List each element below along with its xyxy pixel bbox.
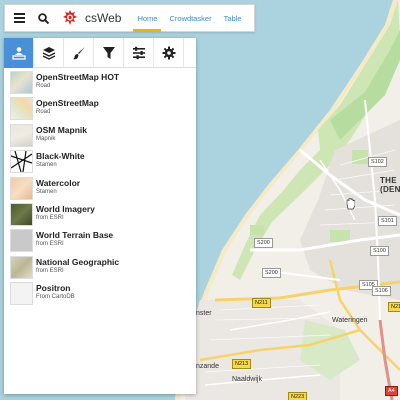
road-badge: S102 xyxy=(368,157,387,167)
basemap-subtitle: Stamen xyxy=(36,188,57,195)
road-badge: N211 xyxy=(252,298,271,308)
basemap-thumbnail xyxy=(10,229,33,253)
road-badge: S200 xyxy=(254,238,273,248)
basemap-title: Watercolor xyxy=(36,177,81,188)
basemap-thumbnail xyxy=(10,123,33,147)
basemap-list: OpenStreetMap HOT Road OpenStreetMap Roa… xyxy=(4,68,196,307)
basemap-panel: OpenStreetMap HOT Road OpenStreetMap Roa… xyxy=(4,38,196,394)
road-badge: A4 xyxy=(385,386,398,396)
basemap-item-watercolor[interactable]: Watercolor Stamen xyxy=(4,176,196,202)
search-icon[interactable] xyxy=(33,4,53,32)
tab-settings[interactable] xyxy=(154,38,184,68)
place-label: nster xyxy=(196,310,212,317)
basemap-thumbnail xyxy=(10,202,33,226)
basemap-title: OpenStreetMap HOT xyxy=(36,72,120,82)
basemap-item-osm-mapnik[interactable]: OSM Mapnik Mapnik xyxy=(4,123,196,149)
basemap-item-black-white[interactable]: Black-White Stamen xyxy=(4,149,196,175)
basemap-thumbnail xyxy=(10,150,33,174)
place-label: nzande xyxy=(196,363,219,370)
gear-icon xyxy=(162,46,175,60)
basemap-subtitle: from ESRI xyxy=(36,214,64,221)
hamburger-icon[interactable] xyxy=(9,4,29,32)
basemap-title: World Terrain Base xyxy=(36,230,114,241)
layers-icon xyxy=(42,47,55,60)
road-badge: N211 xyxy=(388,302,400,312)
basemap-thumbnail xyxy=(10,255,33,279)
tab-basemaps[interactable] xyxy=(4,38,34,68)
app-title[interactable]: csWeb xyxy=(85,11,121,25)
basemap-subtitle: Road xyxy=(36,109,51,116)
road-badge: S106 xyxy=(372,286,391,296)
basemap-item-national-geographic[interactable]: National Geographic from ESRI xyxy=(4,255,196,281)
tab-legend[interactable] xyxy=(124,38,154,68)
basemap-subtitle: Road xyxy=(36,83,51,89)
basemap-subtitle: Stamen xyxy=(36,162,57,169)
tab-layers[interactable] xyxy=(34,38,64,68)
place-label: Wateringen xyxy=(332,317,368,324)
place-label: Naaldwijk xyxy=(232,376,262,383)
basemap-subtitle: From CartoDB xyxy=(36,294,75,301)
basemap-subtitle: Mapnik xyxy=(36,135,56,142)
basemap-person-icon xyxy=(11,47,26,60)
basemap-thumbnail xyxy=(10,176,33,200)
tab-style[interactable] xyxy=(64,38,94,68)
app-logo-icon[interactable] xyxy=(59,4,81,32)
filter-icon xyxy=(102,47,115,59)
road-badge: S101 xyxy=(378,216,397,226)
basemap-item-osm[interactable]: OpenStreetMap Road xyxy=(4,96,196,122)
basemap-item-world-imagery[interactable]: World Imagery from ESRI xyxy=(4,202,196,228)
basemap-thumbnail xyxy=(10,97,33,121)
road-badge: S200 xyxy=(262,268,281,278)
basemap-title: World Imagery xyxy=(36,203,95,214)
city-label: THE (DEN xyxy=(380,176,400,194)
top-navbar: csWeb Home Crowdtasker Table xyxy=(4,4,255,32)
basemap-thumbnail xyxy=(10,71,33,94)
tab-home[interactable]: Home xyxy=(131,4,163,32)
basemap-title: National Geographic xyxy=(36,256,120,267)
basemap-item-osm-hot[interactable]: OpenStreetMap HOT Road xyxy=(4,70,196,96)
tab-table[interactable]: Table xyxy=(218,4,248,32)
basemap-title: Black-White xyxy=(36,151,85,162)
basemap-subtitle: from ESRI xyxy=(36,267,64,274)
basemap-item-positron[interactable]: Positron From CartoDB xyxy=(4,281,196,307)
road-badge: N213 xyxy=(232,359,252,369)
sliders-icon xyxy=(132,46,145,60)
tab-crowdtasker[interactable]: Crowdtasker xyxy=(163,4,217,32)
tab-filter[interactable] xyxy=(94,38,124,68)
brush-icon xyxy=(72,47,85,60)
basemap-thumbnail xyxy=(10,282,33,306)
basemap-subtitle: from ESRI xyxy=(36,241,64,248)
basemap-title: OpenStreetMap xyxy=(36,98,99,109)
road-badge: N223 xyxy=(288,392,308,400)
hand-cursor-icon xyxy=(345,197,356,215)
basemap-title: OSM Mapnik xyxy=(36,124,88,135)
panel-tab-bar xyxy=(4,38,196,68)
basemap-title: Positron xyxy=(36,283,71,294)
road-badge: S100 xyxy=(370,246,389,256)
basemap-item-world-terrain[interactable]: World Terrain Base from ESRI xyxy=(4,228,196,254)
